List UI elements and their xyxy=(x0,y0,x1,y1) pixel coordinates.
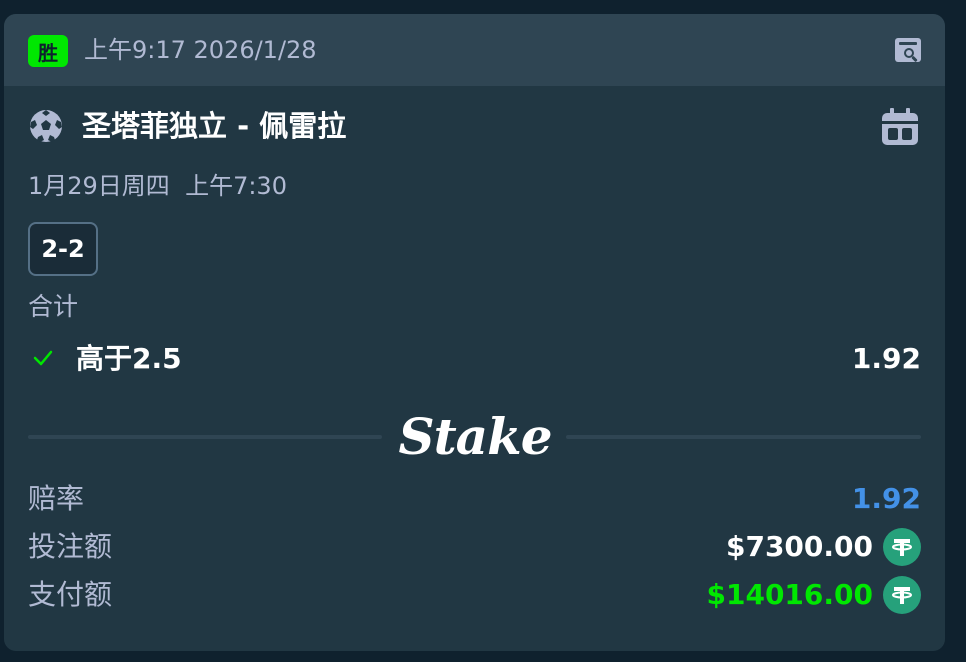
selection-outcome: 高于2.5 xyxy=(76,342,182,375)
soccer-ball-icon xyxy=(30,110,62,142)
odds-value: 1.92 xyxy=(851,482,921,515)
market-label: 合计 xyxy=(28,292,79,321)
match-date: 1月29日周四 上午7:30 xyxy=(28,172,287,200)
win-badge: 胜 xyxy=(28,35,68,67)
check-icon xyxy=(33,350,53,366)
match-title[interactable]: 圣塔菲独立 - 佩雷拉 xyxy=(82,106,346,146)
bet-card: 胜 上午9:17 2026/1/28 圣塔菲独立 - 佩雷拉 1月29日周四 上… xyxy=(4,14,945,651)
match-score: 2-2 xyxy=(28,222,98,276)
payout-value: $14016.00 xyxy=(706,578,874,611)
stake-row-value: $7300.00 xyxy=(726,528,921,566)
receipt-search-icon[interactable] xyxy=(892,34,924,66)
divider-left xyxy=(28,435,382,439)
odds-row-value: 1.92 xyxy=(852,480,921,518)
usdt-icon xyxy=(883,528,921,566)
bet-card-header: 胜 上午9:17 2026/1/28 xyxy=(4,14,945,86)
payout-label: 支付额 xyxy=(28,578,113,611)
stake-logo: Stake xyxy=(398,400,552,472)
odds-label: 赔率 xyxy=(28,482,85,515)
stake-value: $7300.00 xyxy=(725,530,873,563)
usdt-icon xyxy=(883,576,921,614)
divider-right xyxy=(566,435,921,439)
stake-logo-text: Stake xyxy=(398,406,552,466)
bet-timestamp: 上午9:17 2026/1/28 xyxy=(84,36,317,64)
payout-row-value: $14016.00 xyxy=(706,576,921,614)
selection-odds: 1.92 xyxy=(851,342,921,375)
calendar-icon[interactable] xyxy=(880,108,920,146)
stake-label: 投注额 xyxy=(28,530,113,563)
